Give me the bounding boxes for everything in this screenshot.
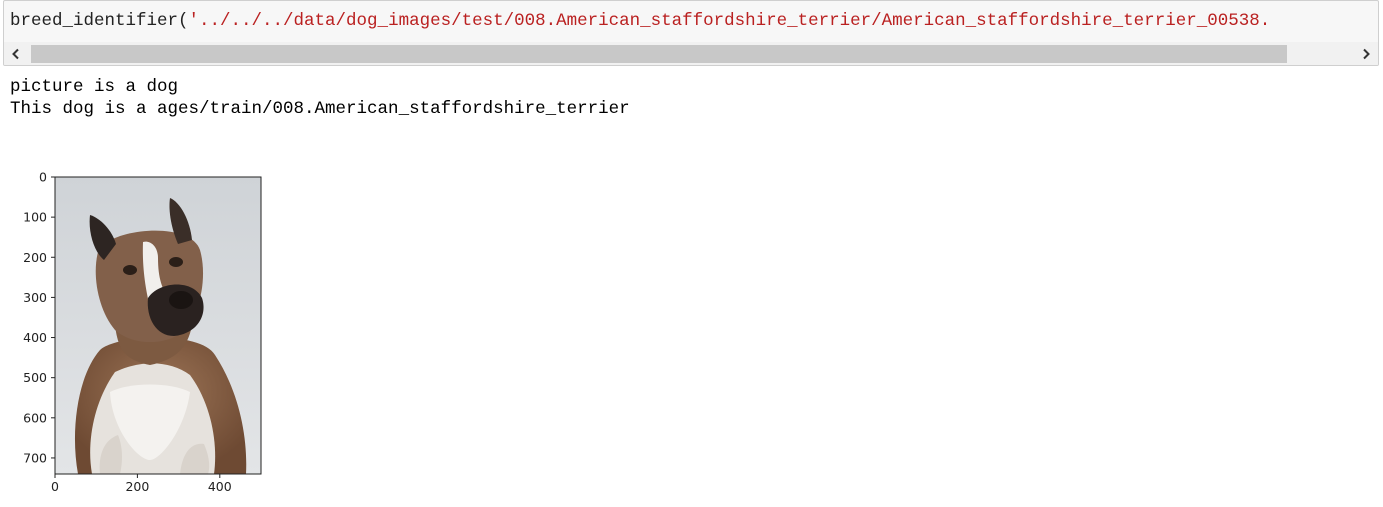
y-tick-label: 200 — [23, 250, 47, 265]
cell-output: picture is a dog This dog is a ages/train… — [10, 76, 630, 120]
y-tick-label: 700 — [23, 450, 47, 465]
code-function-call: breed_identifier( — [10, 11, 189, 31]
image-plot: 0 100 200 300 400 500 600 700 0 200 400 — [23, 170, 262, 494]
dog-photo — [55, 177, 261, 474]
y-tick-label: 300 — [23, 290, 47, 305]
code-line[interactable]: breed_identifier('../../../data/dog_imag… — [10, 10, 1270, 32]
y-tick-label: 100 — [23, 210, 47, 225]
x-tick-label: 200 — [125, 479, 149, 494]
output-line-2: This dog is a ages/train/008.American_st… — [10, 99, 630, 119]
scroll-thumb[interactable] — [31, 45, 1287, 63]
code-cell[interactable]: breed_identifier('../../../data/dog_imag… — [3, 0, 1379, 66]
scroll-right-button[interactable] — [1354, 42, 1378, 65]
output-line-1: picture is a dog — [10, 77, 179, 97]
x-tick-label: 0 — [51, 479, 59, 494]
y-tick-label: 0 — [39, 170, 47, 185]
x-tick-label: 400 — [208, 479, 232, 494]
y-tick-label: 400 — [23, 330, 47, 345]
y-tick-label: 500 — [23, 370, 47, 385]
scroll-left-button[interactable] — [4, 42, 28, 65]
horizontal-scrollbar[interactable] — [4, 42, 1378, 65]
x-axis: 0 200 400 — [51, 474, 232, 494]
chevron-left-icon — [12, 48, 19, 60]
y-axis: 0 100 200 300 400 500 600 700 — [23, 170, 55, 465]
code-string-argument: '../../../data/dog_images/test/008.Ameri… — [188, 11, 1271, 31]
chevron-right-icon — [1363, 48, 1370, 60]
y-tick-label: 600 — [23, 410, 47, 425]
